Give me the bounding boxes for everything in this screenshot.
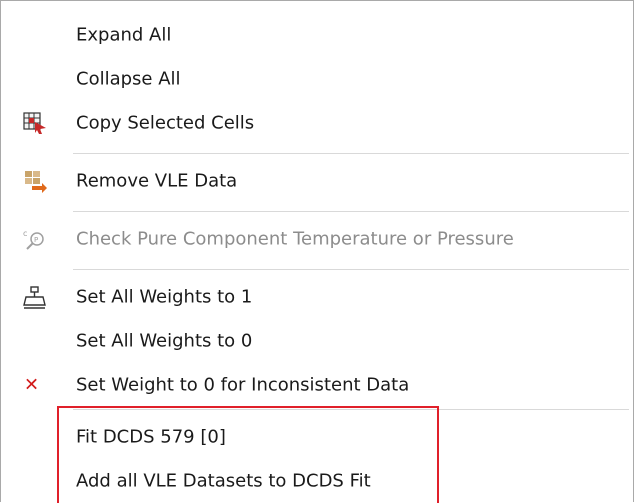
menu-item-label: Copy Selected Cells: [76, 112, 255, 134]
menu-separator: [73, 269, 629, 270]
menu-item-label: Check Pure Component Temperature or Pres…: [76, 228, 514, 250]
context-menu: Expand All Collapse All Copy Selected Ce…: [0, 0, 634, 503]
menu-item-remove-vle-data[interactable]: Remove VLE Data: [2, 159, 632, 203]
menu-separator: [73, 211, 629, 212]
check-pure-icon: c P: [23, 229, 44, 250]
menu-item-set-all-weights-1[interactable]: Set All Weights to 1: [2, 275, 632, 319]
menu-item-set-all-weights-0[interactable]: Set All Weights to 0: [2, 319, 632, 363]
svg-text:P: P: [34, 236, 38, 244]
menu-item-check-pure-component[interactable]: c P Check Pure Component Temperature or …: [2, 217, 632, 261]
menu-item-expand-all[interactable]: Expand All: [2, 13, 632, 57]
menu-item-set-weight-inconsistent[interactable]: ✕ Set Weight to 0 for Inconsistent Data: [2, 363, 632, 407]
svg-text:c: c: [23, 229, 27, 238]
x-icon: ✕: [24, 374, 40, 396]
menu-separator: [73, 153, 629, 154]
weights-icon: [23, 286, 46, 309]
menu-item-label: Set Weight to 0 for Inconsistent Data: [76, 374, 410, 396]
highlight-annotation-box: [57, 406, 439, 503]
menu-item-label: Remove VLE Data: [76, 170, 238, 192]
copy-cells-icon: [23, 112, 46, 134]
menu-item-collapse-all[interactable]: Collapse All: [2, 57, 632, 101]
remove-data-icon: [25, 171, 47, 193]
menu-item-copy-selected-cells[interactable]: Copy Selected Cells: [2, 101, 632, 145]
menu-item-label: Expand All: [76, 24, 172, 46]
menu-item-label: Set All Weights to 0: [76, 330, 253, 352]
menu-item-label: Set All Weights to 1: [76, 286, 253, 308]
menu-item-label: Collapse All: [76, 68, 181, 90]
